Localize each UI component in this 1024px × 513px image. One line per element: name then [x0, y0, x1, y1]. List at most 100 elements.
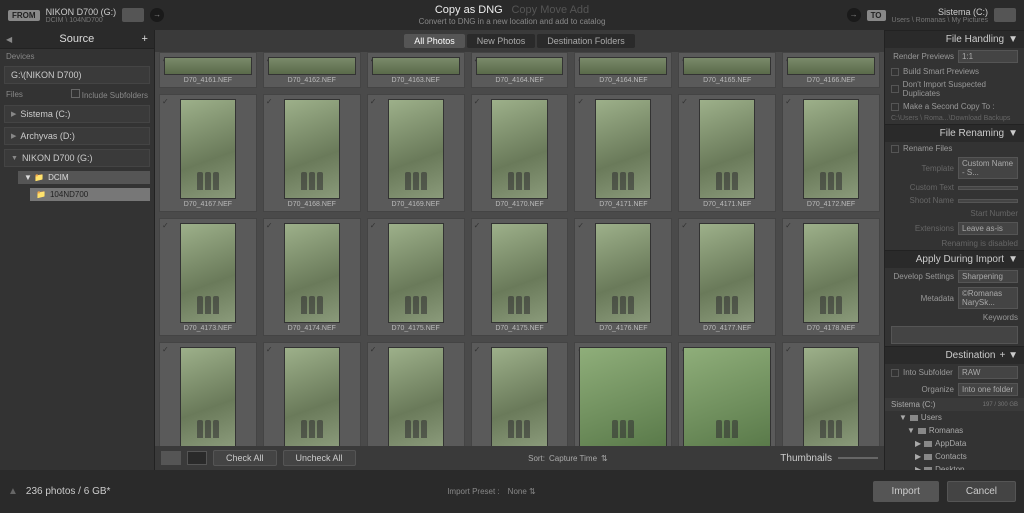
tab-destination-folders[interactable]: Destination Folders: [537, 34, 635, 48]
apply-during-import-header[interactable]: Apply During Import: [916, 254, 1004, 265]
thumbnail[interactable]: ✓D70_4184.NEF: [782, 342, 880, 446]
thumb-checkmark-icon[interactable]: ✓: [785, 345, 792, 354]
thumb-checkmark-icon[interactable]: ✓: [474, 221, 481, 230]
file-renaming-header[interactable]: File Renaming: [940, 128, 1004, 139]
into-subfolder-checkbox[interactable]: [891, 369, 899, 377]
drive-row[interactable]: ▶Sistema (C:): [4, 105, 150, 123]
thumb-checkmark-icon[interactable]: ✓: [577, 97, 584, 106]
thumbnail[interactable]: ✓D70_4163.NEF: [367, 52, 465, 88]
thumbnail[interactable]: ✓D70_4173.NEF: [159, 218, 257, 336]
thumb-checkmark-icon[interactable]: ✓: [681, 97, 688, 106]
collapse-source-icon[interactable]: ◀: [6, 35, 12, 44]
folder-row[interactable]: ▼Romanas: [885, 424, 1024, 437]
file-handling-header[interactable]: File Handling: [946, 34, 1004, 45]
thumbnail[interactable]: ✓D70_4170.NEF: [471, 94, 569, 212]
tab-new-photos[interactable]: New Photos: [467, 34, 536, 48]
thumbnail[interactable]: ✓D70_4171.NEF: [678, 94, 776, 212]
thumbnail[interactable]: ✓D70_4172.NEF: [782, 94, 880, 212]
thumbnail[interactable]: ✓D70_4181.NEF: [471, 342, 569, 446]
thumbnail[interactable]: ✓D70_4162.NEF: [263, 52, 361, 88]
volume-row[interactable]: Sistema (C:)197 / 300 GB: [885, 398, 1024, 411]
tab-all-photos[interactable]: All Photos: [404, 34, 465, 48]
thumbnail[interactable]: ✓D70_4167.NEF: [159, 94, 257, 212]
custom-text-input[interactable]: [958, 186, 1018, 190]
thumbnail[interactable]: ✓D70_4180.NEF: [263, 342, 361, 446]
thumb-checkmark-icon[interactable]: ✓: [785, 97, 792, 106]
import-preset-select[interactable]: None ⇅: [508, 487, 536, 496]
thumb-checkmark-icon[interactable]: ✓: [681, 221, 688, 230]
device-row[interactable]: G:\(NIKON D700): [4, 66, 150, 84]
organize-select[interactable]: Into one folder: [958, 383, 1018, 396]
thumbnail[interactable]: ✓D70_4164.NEF: [574, 52, 672, 88]
smart-previews-checkbox[interactable]: [891, 68, 899, 76]
thumbnail[interactable]: ✓D70_4178.NEF: [782, 218, 880, 336]
second-copy-checkbox[interactable]: [891, 103, 899, 111]
metadata-select[interactable]: ©Romanas NarySk...: [958, 287, 1018, 309]
loupe-view-button[interactable]: [187, 451, 207, 465]
thumb-checkmark-icon[interactable]: ✓: [785, 221, 792, 230]
folder-row[interactable]: ▶AppData: [885, 437, 1024, 450]
thumbnail-size-slider[interactable]: [838, 457, 878, 459]
dupes-checkbox[interactable]: [891, 85, 899, 93]
thumbnail[interactable]: ✓D70_4164.NEF: [471, 52, 569, 88]
thumb-checkmark-icon[interactable]: ✓: [577, 221, 584, 230]
cancel-button[interactable]: Cancel: [947, 481, 1016, 502]
thumb-checkmark-icon[interactable]: ✓: [370, 97, 377, 106]
drive-row[interactable]: ▼NIKON D700 (G:): [4, 149, 150, 167]
thumb-checkmark-icon[interactable]: ✓: [266, 345, 273, 354]
sort-dropdown[interactable]: Capture Time: [549, 454, 597, 463]
add-source-icon[interactable]: +: [142, 33, 148, 45]
dest-arrow-button[interactable]: →: [847, 8, 861, 22]
thumb-checkmark-icon[interactable]: ✓: [474, 345, 481, 354]
drive-row[interactable]: ▶Archyvas (D:): [4, 127, 150, 145]
thumbnail[interactable]: ✓D70_4171.NEF: [574, 94, 672, 212]
shoot-name-input[interactable]: [958, 199, 1018, 203]
extensions-label: Extensions: [891, 224, 954, 233]
folder-row[interactable]: ▶Desktop: [885, 463, 1024, 470]
develop-settings-select[interactable]: Sharpening: [958, 270, 1018, 283]
folder-row[interactable]: ▼Users: [885, 411, 1024, 424]
thumbnail[interactable]: ✓D70_4181.NEF: [367, 342, 465, 446]
keywords-input[interactable]: [891, 326, 1018, 344]
import-mode-options[interactable]: Copy Move Add: [511, 4, 589, 16]
into-subfolder-input[interactable]: RAW: [958, 366, 1018, 379]
folder-row-selected[interactable]: 📁104ND700: [30, 188, 150, 201]
eject-from-button[interactable]: →: [150, 8, 164, 22]
sort-direction-icon[interactable]: ⇅: [601, 454, 608, 463]
thumbnail[interactable]: ✓D70_4182.NEF: [574, 342, 672, 446]
folder-row[interactable]: ▼ 📁DCIM: [18, 171, 150, 184]
thumbnail[interactable]: ✓D70_4177.NEF: [678, 218, 776, 336]
grid-view-button[interactable]: [161, 451, 181, 465]
destination-header[interactable]: Destination: [945, 350, 995, 361]
template-select[interactable]: Custom Name - S...: [958, 157, 1018, 179]
thumb-checkmark-icon[interactable]: ✓: [162, 221, 169, 230]
uncheck-all-button[interactable]: Uncheck All: [283, 450, 356, 466]
import-button[interactable]: Import: [873, 481, 939, 502]
thumbnail[interactable]: ✓D70_4161.NEF: [159, 52, 257, 88]
import-mode-title[interactable]: Copy as DNG: [435, 4, 503, 16]
thumb-checkmark-icon[interactable]: ✓: [370, 345, 377, 354]
thumbnail[interactable]: ✓D70_4179.NEF: [159, 342, 257, 446]
thumbnail[interactable]: ✓D70_4174.NEF: [263, 218, 361, 336]
render-previews-select[interactable]: 1:1: [958, 50, 1018, 63]
folder-row[interactable]: ▶Contacts: [885, 450, 1024, 463]
thumb-checkmark-icon[interactable]: ✓: [474, 97, 481, 106]
thumbnail[interactable]: ✓D70_4165.NEF: [678, 52, 776, 88]
thumb-checkmark-icon[interactable]: ✓: [162, 345, 169, 354]
thumb-checkmark-icon[interactable]: ✓: [370, 221, 377, 230]
thumbnail[interactable]: ✓D70_4175.NEF: [471, 218, 569, 336]
extensions-select[interactable]: Leave as-is: [958, 222, 1018, 235]
expand-filmstrip-icon[interactable]: ▲: [8, 486, 18, 497]
thumbnail[interactable]: ✓D70_4169.NEF: [367, 94, 465, 212]
thumbnail[interactable]: ✓D70_4175.NEF: [367, 218, 465, 336]
check-all-button[interactable]: Check All: [213, 450, 277, 466]
include-subfolders-checkbox[interactable]: [71, 89, 80, 98]
thumbnail[interactable]: ✓D70_4183.NEF: [678, 342, 776, 446]
rename-files-checkbox[interactable]: [891, 145, 899, 153]
thumb-checkmark-icon[interactable]: ✓: [266, 221, 273, 230]
thumbnail[interactable]: ✓D70_4176.NEF: [574, 218, 672, 336]
thumb-checkmark-icon[interactable]: ✓: [266, 97, 273, 106]
thumbnail[interactable]: ✓D70_4168.NEF: [263, 94, 361, 212]
thumbnail[interactable]: ✓D70_4166.NEF: [782, 52, 880, 88]
thumb-checkmark-icon[interactable]: ✓: [162, 97, 169, 106]
